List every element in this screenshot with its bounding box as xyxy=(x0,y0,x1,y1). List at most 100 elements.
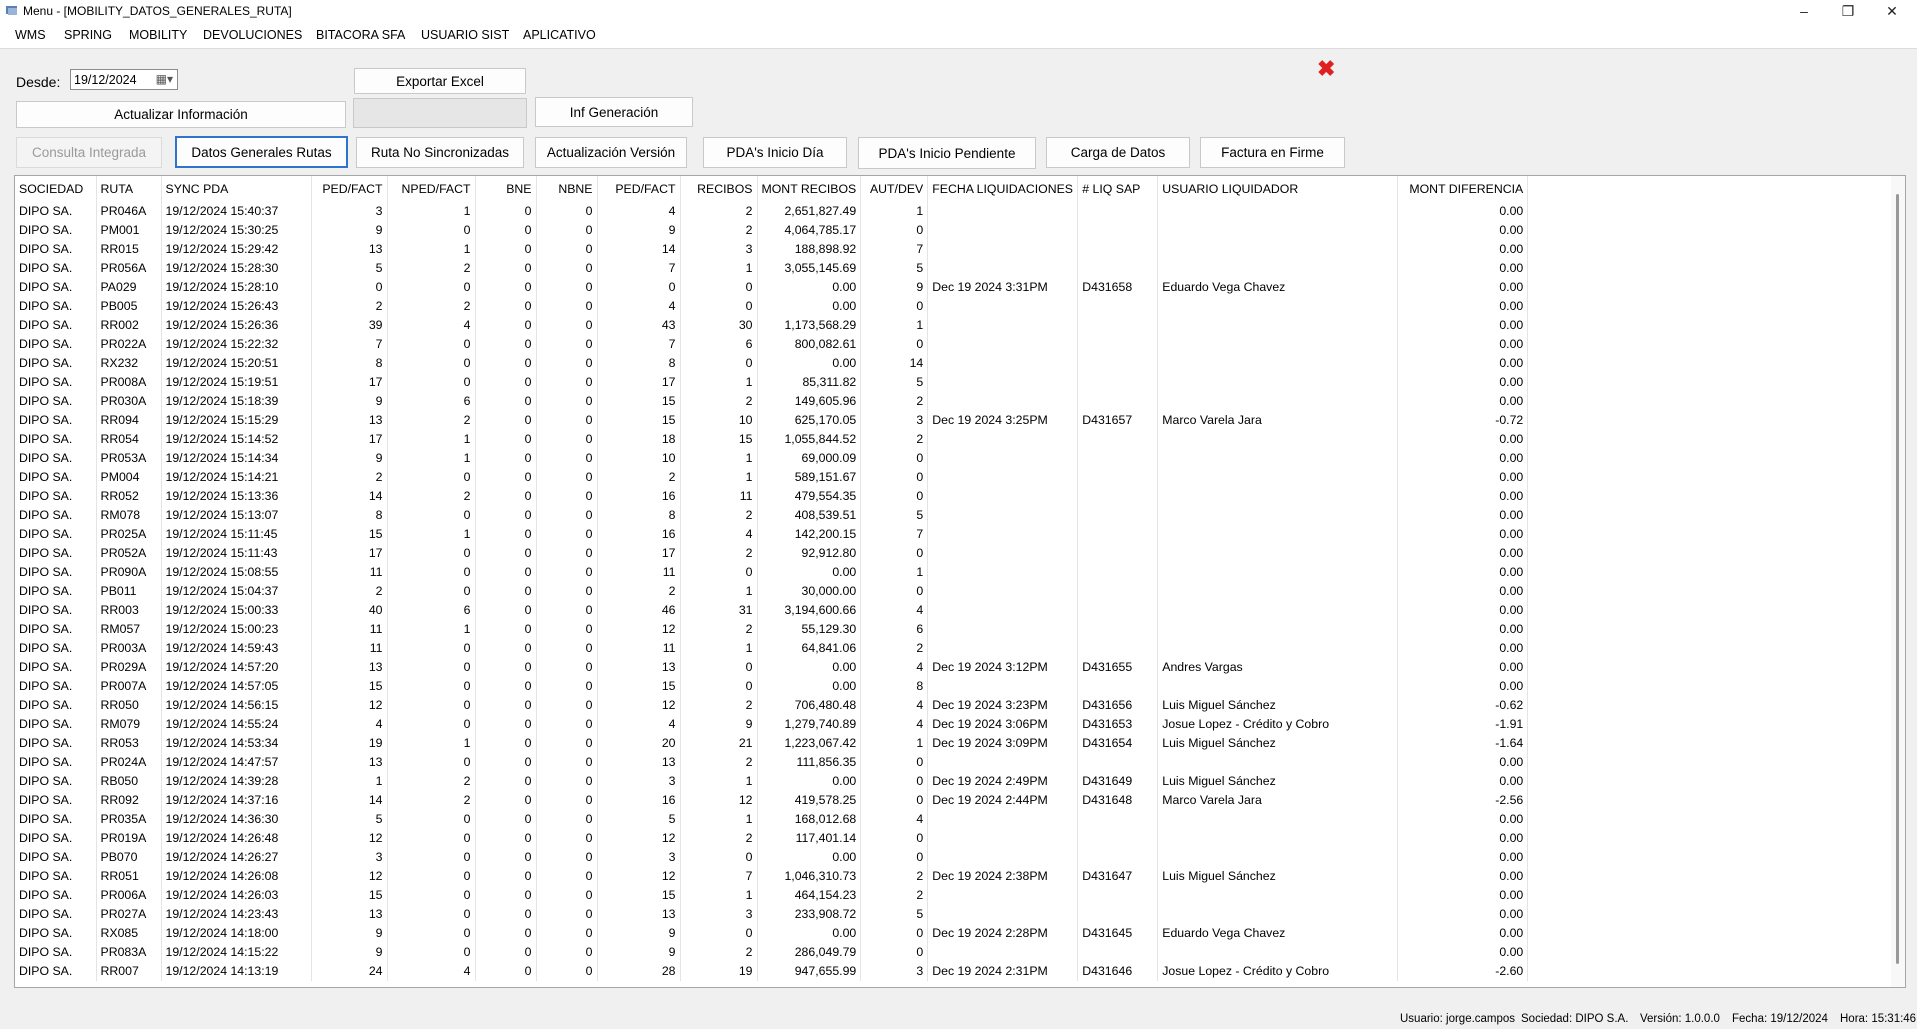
tab-pdas-inicio-dia[interactable]: PDA's Inicio Día xyxy=(703,137,847,168)
table-row[interactable]: DIPO SA. RX232 19/12/2024 15:20:51 8 0 0 0 8 0 0.… xyxy=(15,354,1529,373)
col-sync-pda[interactable]: SYNC PDA xyxy=(161,176,312,202)
table-row[interactable]: DIPO SA. PR046A 19/12/2024 15:40:37 3 1 0 0 4 2 2… xyxy=(15,202,1529,221)
table-row[interactable]: DIPO SA. PR007A 19/12/2024 14:57:05 15 0 0 0 15… xyxy=(15,677,1529,696)
table-row[interactable]: DIPO SA. RR015 19/12/2024 15:29:42 13 1 0 0 14 3… xyxy=(15,240,1529,259)
menu-wms[interactable]: WMS xyxy=(15,28,46,42)
table-cell: 19/12/2024 15:11:43 xyxy=(161,544,312,563)
col-fecha-liquidaciones[interactable]: FECHA LIQUIDACIONES xyxy=(927,176,1079,202)
table-row[interactable]: DIPO SA. RR003 19/12/2024 15:00:33 40 6 0 0 46 3… xyxy=(15,601,1529,620)
calendar-dropdown-icon[interactable]: ▦▾ xyxy=(156,72,173,86)
table-row[interactable]: DIPO SA. RR053 19/12/2024 14:53:34 19 1 0 0 20 2… xyxy=(15,734,1529,753)
table-row[interactable]: DIPO SA. PR083A 19/12/2024 14:15:22 9 0 0 0 9 2 2… xyxy=(15,943,1529,962)
table-row[interactable]: DIPO SA. PR019A 19/12/2024 14:26:48 12 0 0 0 12… xyxy=(15,829,1529,848)
table-cell: 0 xyxy=(387,563,476,582)
col-sociedad[interactable]: SOCIEDAD xyxy=(15,176,97,202)
menu-mobility[interactable]: MOBILITY xyxy=(129,28,187,42)
datos-generales-grid[interactable]: SOCIEDAD RUTA SYNC PDA PED/FACT NPED/FAC… xyxy=(14,175,1906,988)
table-row[interactable]: DIPO SA. PR090A 19/12/2024 15:08:55 11 0 0 0 11… xyxy=(15,563,1529,582)
table-row[interactable]: DIPO SA. RM078 19/12/2024 15:13:07 8 0 0 0 8 2 40… xyxy=(15,506,1529,525)
col-ped-fact[interactable]: PED/FACT xyxy=(311,176,388,202)
menu-spring[interactable]: SPRING xyxy=(64,28,112,42)
table-row[interactable]: DIPO SA. PR008A 19/12/2024 15:19:51 17 0 0 0 17… xyxy=(15,373,1529,392)
table-cell: 7 xyxy=(597,259,681,278)
tab-actualizacion-version[interactable]: Actualización Versión xyxy=(535,137,687,168)
table-row[interactable]: DIPO SA. RB050 19/12/2024 14:39:28 1 2 0 0 3 1 0.… xyxy=(15,772,1529,791)
table-row[interactable]: DIPO SA. RR051 19/12/2024 14:26:08 12 0 0 0 12 7… xyxy=(15,867,1529,886)
menu-usuario-sist[interactable]: USUARIO SIST xyxy=(421,28,509,42)
table-row[interactable]: DIPO SA. PR053A 19/12/2024 15:14:34 9 1 0 0 10 1… xyxy=(15,449,1529,468)
col-mont-recibos[interactable]: MONT RECIBOS xyxy=(757,176,862,202)
table-cell: PR024A xyxy=(96,753,162,772)
table-row[interactable]: DIPO SA. PR035A 19/12/2024 14:36:30 5 0 0 0 5 1 1… xyxy=(15,810,1529,829)
inf-generacion-button[interactable]: Inf Generación xyxy=(535,97,693,127)
table-cell: 3 xyxy=(860,962,929,981)
col-nbne[interactable]: NBNE xyxy=(536,176,598,202)
tab-carga-de-datos[interactable]: Carga de Datos xyxy=(1046,137,1190,168)
col-mont-diferencia[interactable]: MONT DIFERENCIA xyxy=(1397,176,1529,202)
table-row[interactable]: DIPO SA. PA029 19/12/2024 15:28:10 0 0 0 0 0 0 0.… xyxy=(15,278,1529,297)
table-cell: 2 xyxy=(680,506,758,525)
table-row[interactable]: DIPO SA. RR002 19/12/2024 15:26:36 39 4 0 0 43 3… xyxy=(15,316,1529,335)
table-cell xyxy=(927,316,1079,335)
col-ruta[interactable]: RUTA xyxy=(96,176,162,202)
desde-date-picker[interactable]: 19/12/2024 ▦▾ xyxy=(70,69,178,90)
table-row[interactable]: DIPO SA. PR056A 19/12/2024 15:28:30 5 2 0 0 7 1 3… xyxy=(15,259,1529,278)
menu-devoluciones[interactable]: DEVOLUCIONES xyxy=(203,28,302,42)
table-row[interactable]: DIPO SA. PR006A 19/12/2024 14:26:03 15 0 0 0 15… xyxy=(15,886,1529,905)
col-usuario-liquidador[interactable]: USUARIO LIQUIDADOR xyxy=(1157,176,1399,202)
tab-factura-en-firme[interactable]: Factura en Firme xyxy=(1200,137,1345,168)
table-row[interactable]: DIPO SA. PM004 19/12/2024 15:14:21 2 0 0 0 2 1 58… xyxy=(15,468,1529,487)
table-cell: 0 xyxy=(536,772,598,791)
table-cell: PR056A xyxy=(96,259,162,278)
table-row[interactable]: DIPO SA. PB070 19/12/2024 14:26:27 3 0 0 0 3 0 0.… xyxy=(15,848,1529,867)
table-row[interactable]: DIPO SA. RR054 19/12/2024 15:14:52 17 1 0 0 18 1… xyxy=(15,430,1529,449)
maximize-button[interactable]: ❐ xyxy=(1826,0,1870,22)
menu-aplicativo[interactable]: APLICATIVO xyxy=(523,28,596,42)
table-row[interactable]: DIPO SA. PR052A 19/12/2024 15:11:43 17 0 0 0 17… xyxy=(15,544,1529,563)
tab-consulta-integrada[interactable]: Consulta Integrada xyxy=(16,137,162,168)
actualizar-informacion-button[interactable]: Actualizar Información xyxy=(16,101,346,128)
col-ped-fact-2[interactable]: PED/FACT xyxy=(597,176,681,202)
minimize-button[interactable]: – xyxy=(1782,0,1826,22)
table-row[interactable]: DIPO SA. PR027A 19/12/2024 14:23:43 13 0 0 0 13… xyxy=(15,905,1529,924)
table-row[interactable]: DIPO SA. PR030A 19/12/2024 15:18:39 9 6 0 0 15 2… xyxy=(15,392,1529,411)
col-bne[interactable]: BNE xyxy=(475,176,537,202)
table-cell: 188,898.92 xyxy=(757,240,862,259)
table-row[interactable]: DIPO SA. PR025A 19/12/2024 15:11:45 15 1 0 0 16… xyxy=(15,525,1529,544)
vertical-scrollbar[interactable] xyxy=(1891,176,1905,987)
table-cell: 19/12/2024 15:11:45 xyxy=(161,525,312,544)
exportar-excel-button[interactable]: Exportar Excel xyxy=(354,68,526,94)
col-liq-sap[interactable]: # LIQ SAP xyxy=(1077,176,1159,202)
table-cell xyxy=(1157,297,1399,316)
menu-bitacora-sfa[interactable]: BITACORA SFA xyxy=(316,28,405,42)
table-row[interactable]: DIPO SA. PB011 19/12/2024 15:04:37 2 0 0 0 2 1 30… xyxy=(15,582,1529,601)
close-window-button[interactable]: ✕ xyxy=(1870,0,1914,22)
table-cell: Josue Lopez - Crédito y Cobro xyxy=(1157,962,1399,981)
close-icon[interactable]: ✖ xyxy=(1317,56,1335,82)
table-cell: 19/12/2024 15:15:29 xyxy=(161,411,312,430)
table-row[interactable]: DIPO SA. PR029A 19/12/2024 14:57:20 13 0 0 0 13… xyxy=(15,658,1529,677)
table-row[interactable]: DIPO SA. PR022A 19/12/2024 15:22:32 7 0 0 0 7 6 8… xyxy=(15,335,1529,354)
scrollbar-thumb[interactable] xyxy=(1896,194,1899,964)
table-row[interactable]: DIPO SA. PR024A 19/12/2024 14:47:57 13 0 0 0 13… xyxy=(15,753,1529,772)
table-cell: PR052A xyxy=(96,544,162,563)
table-row[interactable]: DIPO SA. RR052 19/12/2024 15:13:36 14 2 0 0 16 1… xyxy=(15,487,1529,506)
table-row[interactable]: DIPO SA. RR094 19/12/2024 15:15:29 13 2 0 0 15 1… xyxy=(15,411,1529,430)
table-row[interactable]: DIPO SA. RR050 19/12/2024 14:56:15 12 0 0 0 12 2… xyxy=(15,696,1529,715)
tab-ruta-no-sincronizadas[interactable]: Ruta No Sincronizadas xyxy=(356,137,524,168)
table-row[interactable]: DIPO SA. RR007 19/12/2024 14:13:19 24 4 0 0 28 1… xyxy=(15,962,1529,981)
table-cell: Dec 19 2024 2:44PM xyxy=(927,791,1079,810)
table-row[interactable]: DIPO SA. PM001 19/12/2024 15:30:25 9 0 0 0 9 2 4,… xyxy=(15,221,1529,240)
col-nped-fact[interactable]: NPED/FACT xyxy=(387,176,476,202)
table-row[interactable]: DIPO SA. RR092 19/12/2024 14:37:16 14 2 0 0 16 1… xyxy=(15,791,1529,810)
table-row[interactable]: DIPO SA. RX085 19/12/2024 14:18:00 9 0 0 0 9 0 0.… xyxy=(15,924,1529,943)
tab-pdas-inicio-pendiente[interactable]: PDA's Inicio Pendiente xyxy=(858,137,1036,169)
table-cell: 0 xyxy=(475,639,537,658)
table-row[interactable]: DIPO SA. RM079 19/12/2024 14:55:24 4 0 0 0 4 9 1,… xyxy=(15,715,1529,734)
col-recibos[interactable]: RECIBOS xyxy=(680,176,758,202)
col-aut-dev[interactable]: AUT/DEV xyxy=(860,176,929,202)
table-row[interactable]: DIPO SA. RM057 19/12/2024 15:00:23 11 1 0 0 12 2… xyxy=(15,620,1529,639)
table-row[interactable]: DIPO SA. PB005 19/12/2024 15:26:43 2 2 0 0 4 0 0.… xyxy=(15,297,1529,316)
tab-datos-generales-rutas[interactable]: Datos Generales Rutas xyxy=(175,136,348,168)
table-row[interactable]: DIPO SA. PR003A 19/12/2024 14:59:43 11 0 0 0 11… xyxy=(15,639,1529,658)
